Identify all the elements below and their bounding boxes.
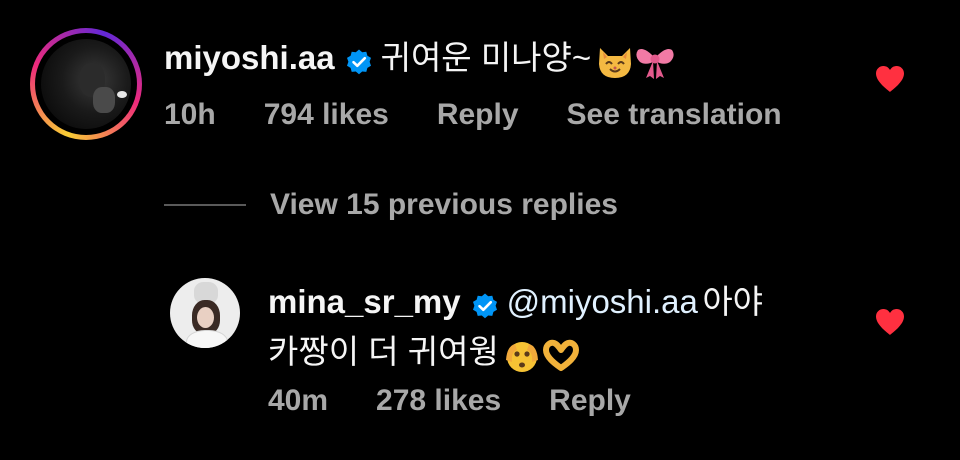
- avatar-sparkle: [117, 91, 127, 98]
- reply-username[interactable]: mina_sr_my: [268, 283, 461, 320]
- view-previous-replies[interactable]: View 15 previous replies: [164, 188, 618, 222]
- reply-line-2: 카짱이 더 귀여웡: [268, 330, 581, 381]
- reply-button[interactable]: Reply: [437, 98, 519, 131]
- like-heart-icon[interactable]: [874, 307, 906, 337]
- avatar-hand: [93, 87, 115, 113]
- see-translation-button[interactable]: See translation: [567, 98, 782, 131]
- reply-mention-link[interactable]: @miyoshi.aa: [507, 283, 698, 320]
- comment-meta: 10h 794 likes Reply See translation: [164, 98, 830, 132]
- comment-line: miyoshi.aa 귀여운 미나양~: [164, 36, 676, 87]
- reply-button[interactable]: Reply: [549, 384, 631, 417]
- reply-text-2: 카짱이 더 귀여웡: [268, 333, 499, 370]
- cat-face-icon: [598, 47, 631, 78]
- comment-likes[interactable]: 794 likes: [264, 98, 389, 131]
- reply-meta: 40m 278 likes Reply: [268, 384, 679, 418]
- like-heart-icon[interactable]: [874, 64, 906, 94]
- reply-text-1: 아야: [702, 283, 764, 320]
- verified-badge-icon: [346, 49, 371, 74]
- avatar-face: [197, 307, 214, 328]
- reply-time: 40m: [268, 384, 329, 417]
- view-replies-label: View 15 previous replies: [270, 188, 618, 221]
- avatar-photo: [41, 39, 131, 129]
- reply-line-1: mina_sr_my @miyoshi.aa 아야: [268, 280, 763, 331]
- ribbon-icon: [636, 48, 674, 79]
- divider-line: [164, 204, 246, 206]
- verified-badge-icon: [472, 293, 497, 318]
- avatar-miyoshi[interactable]: [30, 28, 142, 140]
- reply-likes[interactable]: 278 likes: [376, 384, 501, 417]
- comment-username[interactable]: miyoshi.aa: [164, 39, 335, 76]
- comment-time: 10h: [164, 98, 216, 131]
- comment-text: 귀여운 미나양~: [380, 39, 592, 76]
- heart-hands-icon: [543, 339, 580, 371]
- avatar-body: [186, 330, 228, 348]
- face-peeking-icon: [506, 341, 539, 372]
- avatar-mina[interactable]: [170, 278, 240, 348]
